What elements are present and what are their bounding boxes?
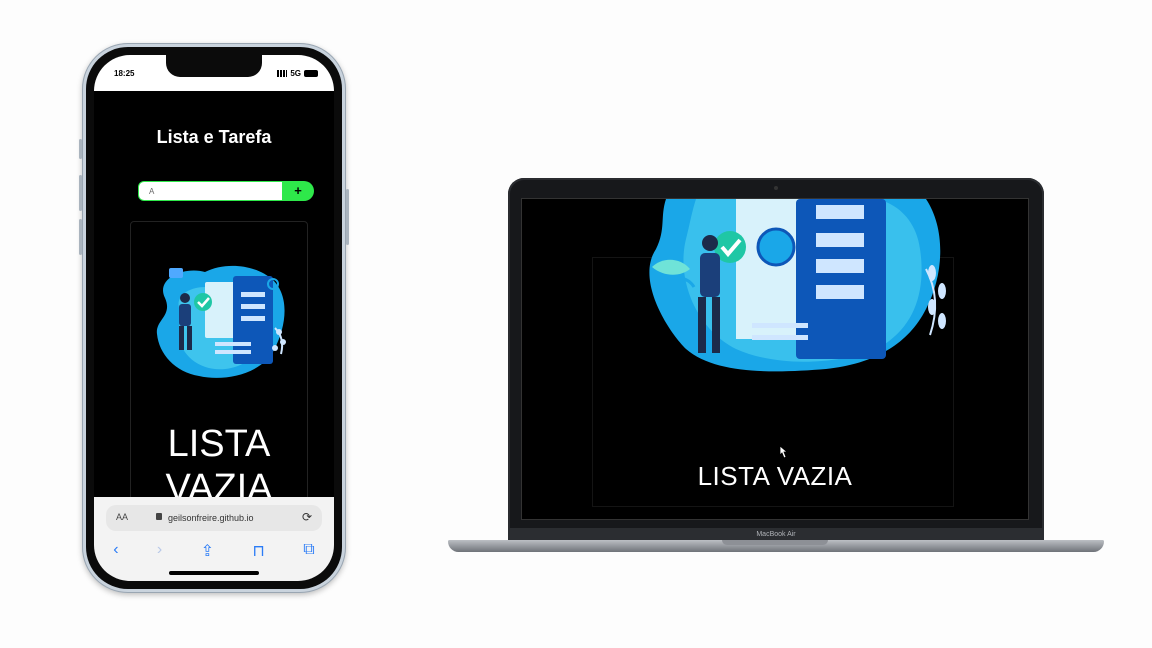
laptop-brand-label: MacBook Air (756, 531, 796, 538)
status-icons: 5G (277, 69, 318, 78)
phone-volume-down (79, 219, 82, 255)
phone-mockup: 18:25 5G Lista e Tarefa + (79, 43, 349, 593)
empty-list-text: LISTA VAZIA (697, 461, 853, 491)
status-time: 18:25 (114, 69, 135, 78)
task-input[interactable] (138, 181, 284, 201)
laptop-base-notch (722, 540, 828, 545)
signal-icon (277, 70, 288, 77)
laptop-screen: LISTA VAZIA (521, 198, 1029, 520)
tabs-icon[interactable]: ⧉ (303, 541, 314, 561)
add-task-button[interactable]: + (282, 181, 314, 201)
url-bar[interactable]: AA geilsonfreire.github.io ⟳ (106, 505, 322, 531)
reload-icon[interactable]: ⟳ (302, 510, 312, 524)
phone-volume-up (79, 175, 82, 211)
empty-list-illustration (156, 265, 286, 378)
share-icon[interactable]: ⇪ (201, 541, 214, 561)
camera-icon (774, 186, 778, 190)
task-form: + (138, 181, 314, 203)
phone-bezel: 18:25 5G Lista e Tarefa + (86, 47, 342, 589)
empty-list-illustration (649, 199, 946, 372)
safari-nav: ‹ › ⇪ ⊓ ⧉ (94, 541, 334, 561)
network-label: 5G (290, 69, 301, 78)
safari-toolbar: AA geilsonfreire.github.io ⟳ ‹ › ⇪ ⊓ ⧉ (94, 497, 334, 581)
bookmarks-icon[interactable]: ⊓ (252, 541, 264, 561)
phone-power-button (346, 189, 349, 245)
url-text: geilsonfreire.github.io (168, 513, 254, 523)
text-size-button[interactable]: AA (116, 512, 128, 522)
battery-icon (304, 70, 318, 77)
laptop-mockup: LISTA VAZIA (508, 178, 1044, 530)
task-list-card: LISTA VAZIA (130, 221, 308, 543)
lock-icon (156, 513, 162, 520)
page-title: Lista e Tarefa (156, 127, 272, 147)
phone-notch (166, 55, 262, 77)
mouse-pointer-icon (779, 445, 788, 459)
status-bar: 18:25 5G (94, 55, 334, 91)
home-indicator (169, 571, 259, 575)
phone-side-button (79, 139, 82, 159)
back-icon[interactable]: ‹ (113, 541, 118, 561)
forward-icon[interactable]: › (157, 541, 162, 561)
phone-screen: 18:25 5G Lista e Tarefa + (94, 55, 334, 581)
